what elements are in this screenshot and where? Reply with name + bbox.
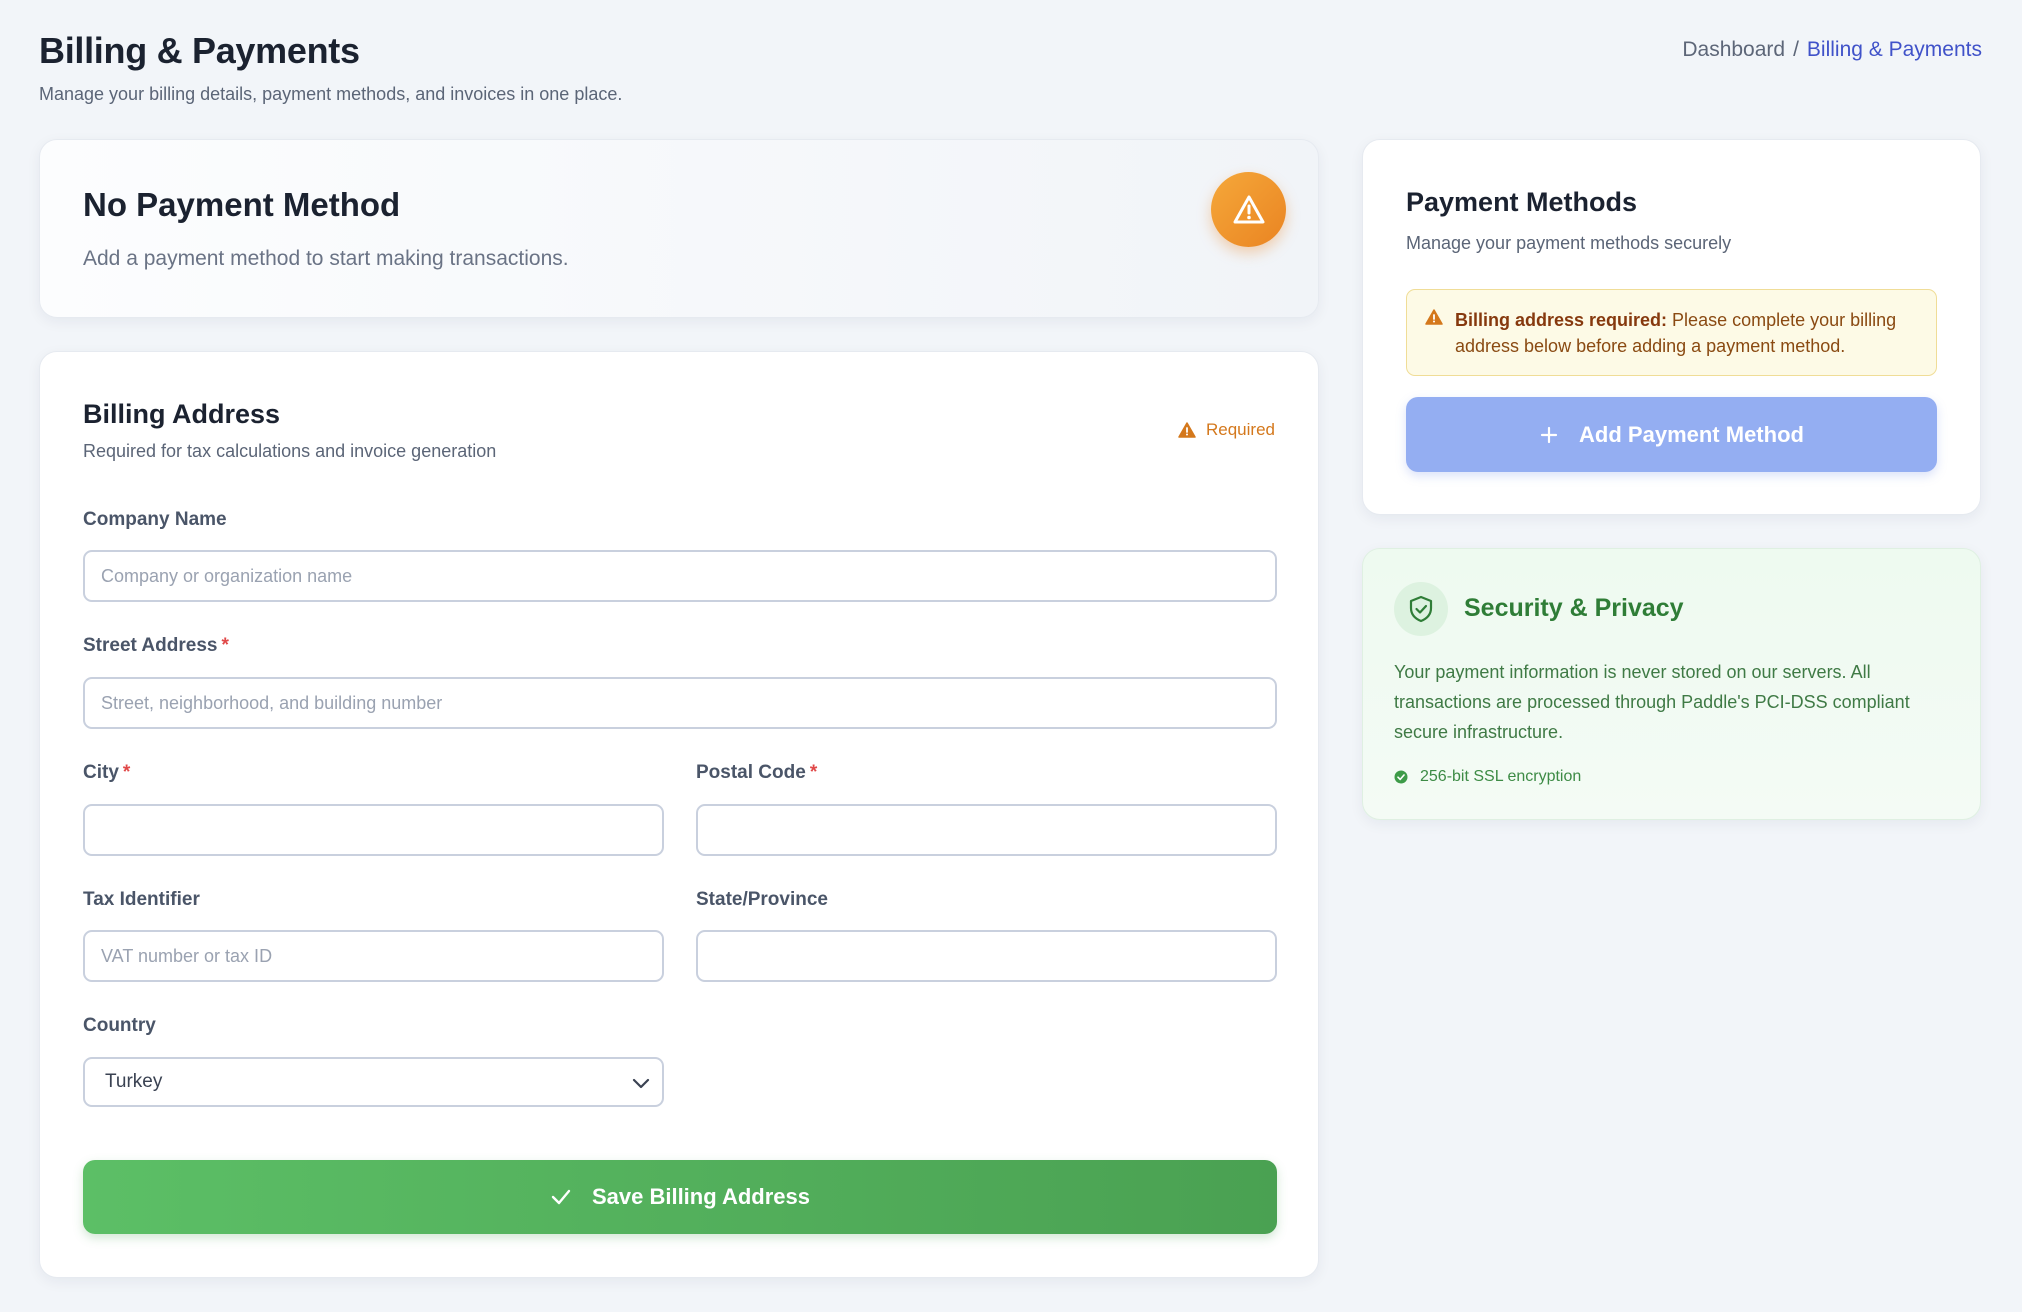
payment-methods-title: Payment Methods [1406, 187, 1638, 217]
state-province-label-text: State/Province [696, 889, 828, 910]
billing-required-alert: Billing address required: Please complet… [1406, 289, 1937, 376]
ssl-badge-label: 256-bit SSL encryption [1420, 768, 1582, 785]
add-payment-method-button[interactable]: Add Payment Method [1406, 397, 1937, 472]
billing-address-title: Billing Address [83, 399, 281, 429]
warning-icon [1211, 172, 1286, 247]
state-province-label: State/Province [696, 889, 828, 911]
required-badge-label: Required [1206, 420, 1275, 439]
city-input[interactable] [83, 804, 664, 856]
company-name-input[interactable] [83, 550, 1277, 602]
no-payment-method-card: No Payment Method Add a payment method t… [39, 139, 1319, 318]
state-province-input[interactable] [696, 930, 1277, 982]
breadcrumb-current[interactable]: Billing & Payments [1807, 38, 1982, 62]
breadcrumb-separator: / [1793, 38, 1799, 61]
required-asterisk: * [809, 762, 818, 783]
country-label: Country [83, 1015, 156, 1037]
tax-identifier-label: Tax Identifier [83, 889, 200, 911]
save-billing-address-button[interactable]: Save Billing Address [83, 1160, 1277, 1234]
postal-code-label-text: Postal Code [696, 762, 806, 783]
street-address-label-text: Street Address [83, 635, 218, 656]
payment-methods-subtitle: Manage your payment methods securely [1406, 233, 1732, 253]
ssl-badge: 256-bit SSL encryption [1394, 768, 1581, 786]
country-label-text: Country [83, 1015, 156, 1036]
company-name-label-text: Company Name [83, 509, 227, 530]
postal-code-input[interactable] [696, 804, 1277, 856]
required-badge: Required [1178, 420, 1275, 440]
check-circle-icon [1394, 770, 1408, 784]
plus-icon [1540, 426, 1558, 443]
security-privacy-card: Security & Privacy Your payment informat… [1362, 548, 1981, 820]
breadcrumb: Dashboard / Billing & Payments [1682, 38, 1982, 62]
required-asterisk: * [221, 635, 229, 656]
payment-methods-card: Payment Methods Manage your payment meth… [1362, 139, 1981, 515]
postal-code-label: Postal Code * [696, 762, 817, 784]
chevron-down-icon [632, 1078, 650, 1089]
billing-address-subtitle: Required for tax calculations and invoic… [83, 441, 497, 461]
page-header: Billing & Payments Manage your billing d… [39, 30, 622, 105]
street-address-input[interactable] [83, 677, 1277, 729]
page-title: Billing & Payments [39, 30, 360, 71]
add-payment-method-label: Add Payment Method [1579, 421, 1804, 447]
tax-identifier-input[interactable] [83, 930, 664, 982]
warning-icon [1425, 309, 1443, 325]
city-label-text: City [83, 762, 119, 783]
tax-identifier-label-text: Tax Identifier [83, 889, 200, 910]
company-name-label: Company Name [83, 509, 227, 531]
billing-address-card: Billing Address Required for tax calcula… [39, 351, 1319, 1278]
no-payment-description: Add a payment method to start making tra… [83, 247, 569, 270]
city-label: City * [83, 762, 130, 784]
security-title: Security & Privacy [1464, 594, 1684, 622]
country-select[interactable]: Turkey [83, 1057, 664, 1107]
breadcrumb-dashboard-link[interactable]: Dashboard [1682, 38, 1785, 62]
page-subtitle: Manage your billing details, payment met… [39, 84, 623, 104]
required-asterisk: * [122, 762, 131, 783]
security-description: Your payment information is never stored… [1394, 662, 1910, 742]
check-icon [551, 1189, 571, 1205]
save-billing-address-label: Save Billing Address [591, 1184, 811, 1209]
warning-icon [1178, 422, 1196, 438]
street-address-label: Street Address * [83, 635, 229, 657]
alert-strong-text: Billing address required: [1455, 310, 1668, 330]
no-payment-title: No Payment Method [83, 186, 401, 223]
shield-check-icon [1394, 582, 1448, 636]
country-select-value: Turkey [105, 1071, 163, 1092]
